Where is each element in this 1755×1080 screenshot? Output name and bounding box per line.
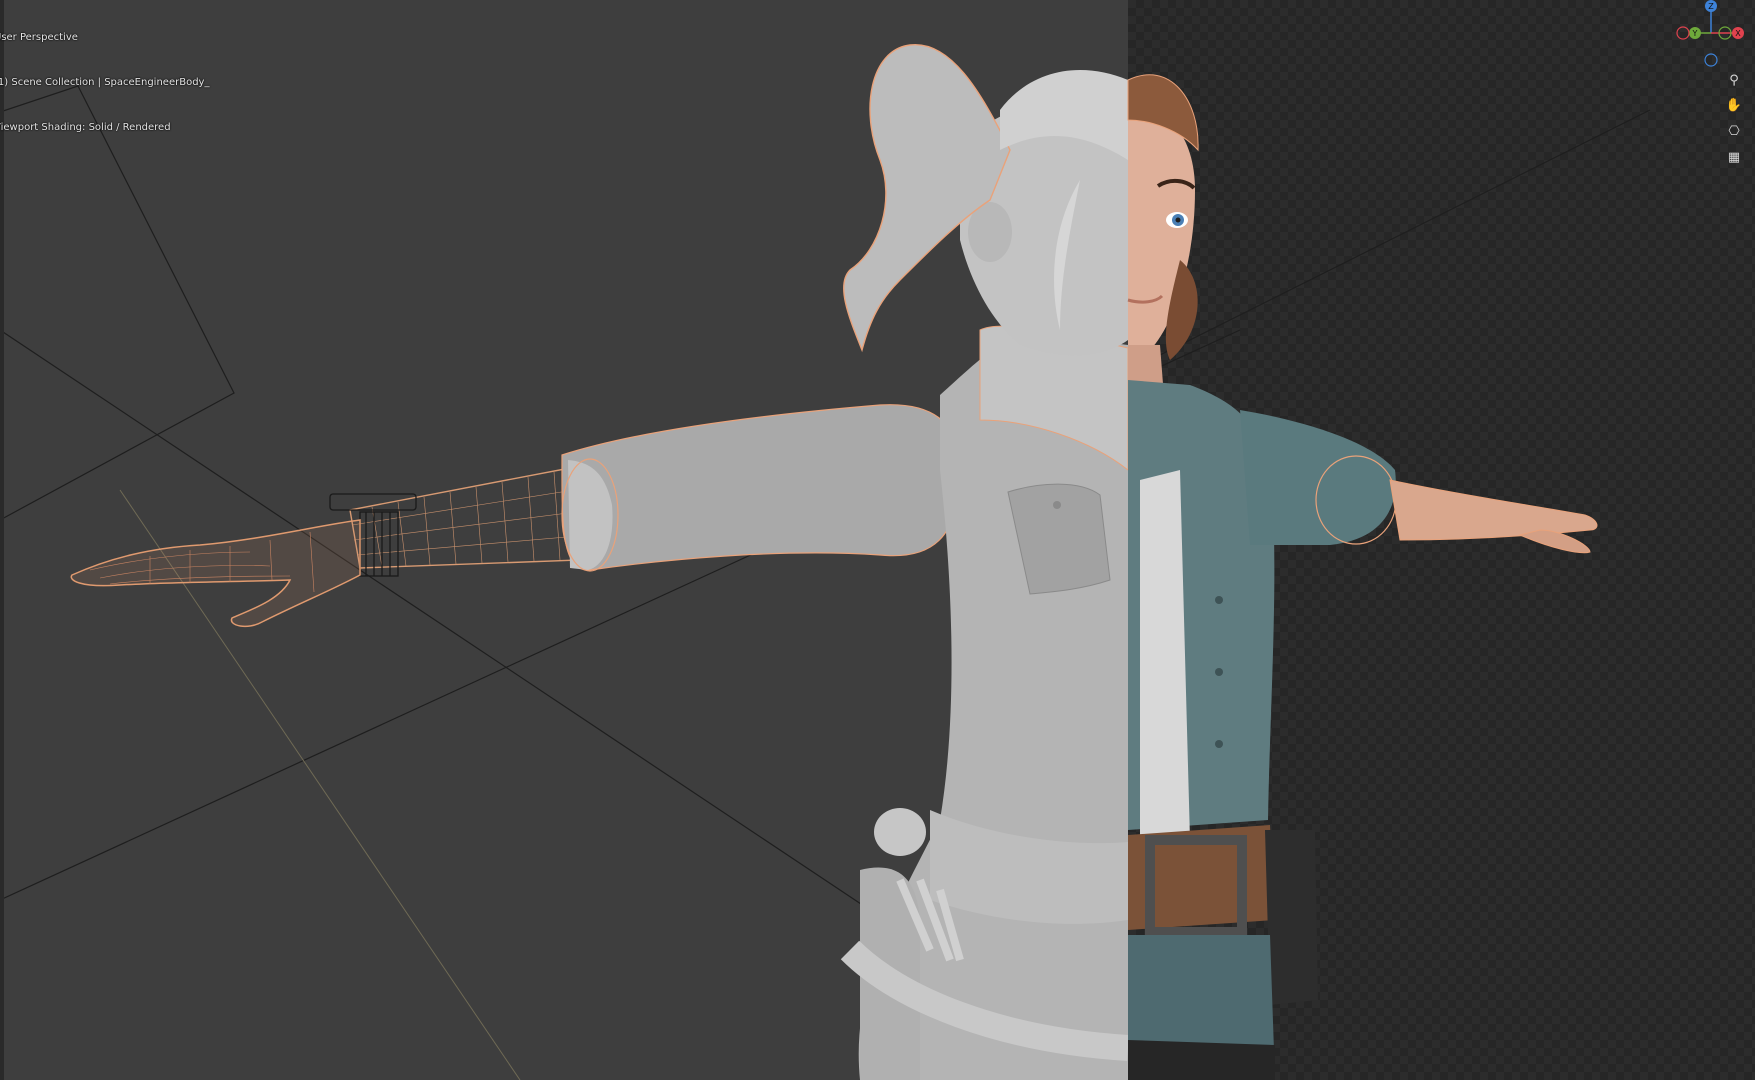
zoom-icon[interactable]: ⚲ [1724,70,1744,90]
wireframe-forearm [349,467,581,569]
character-clay-half [561,44,1129,1080]
render-engine-label: Viewport Shading: Solid / Rendered [0,122,171,133]
character-rendered-half [1127,74,1598,1080]
collection-path-label: (1) Scene Collection | SpaceEngineerBody… [0,77,210,88]
3d-viewport[interactable]: User Perspective (1) Scene Collection | … [0,0,1755,1080]
navigation-gizmo[interactable]: Z Y X [1675,0,1755,70]
gizmo-neg-x-axis[interactable] [1676,26,1690,40]
svg-text:Y: Y [1692,29,1698,38]
scene-guide-lines [0,85,1651,1080]
toggle-ortho-grid-icon[interactable]: ▦ [1724,147,1744,167]
gizmo-neg-z-axis[interactable] [1704,53,1718,67]
pan-hand-icon[interactable]: ✋ [1724,95,1744,115]
scene-canvas[interactable] [0,0,1755,1080]
svg-text:Z: Z [1708,2,1714,11]
svg-text:X: X [1735,29,1741,38]
viewport-info-overlay: User Perspective (1) Scene Collection | … [0,0,209,165]
camera-view-icon[interactable]: ⎔ [1724,121,1744,141]
view-mode-label: User Perspective [0,32,78,43]
wireframe-hand [70,519,361,628]
